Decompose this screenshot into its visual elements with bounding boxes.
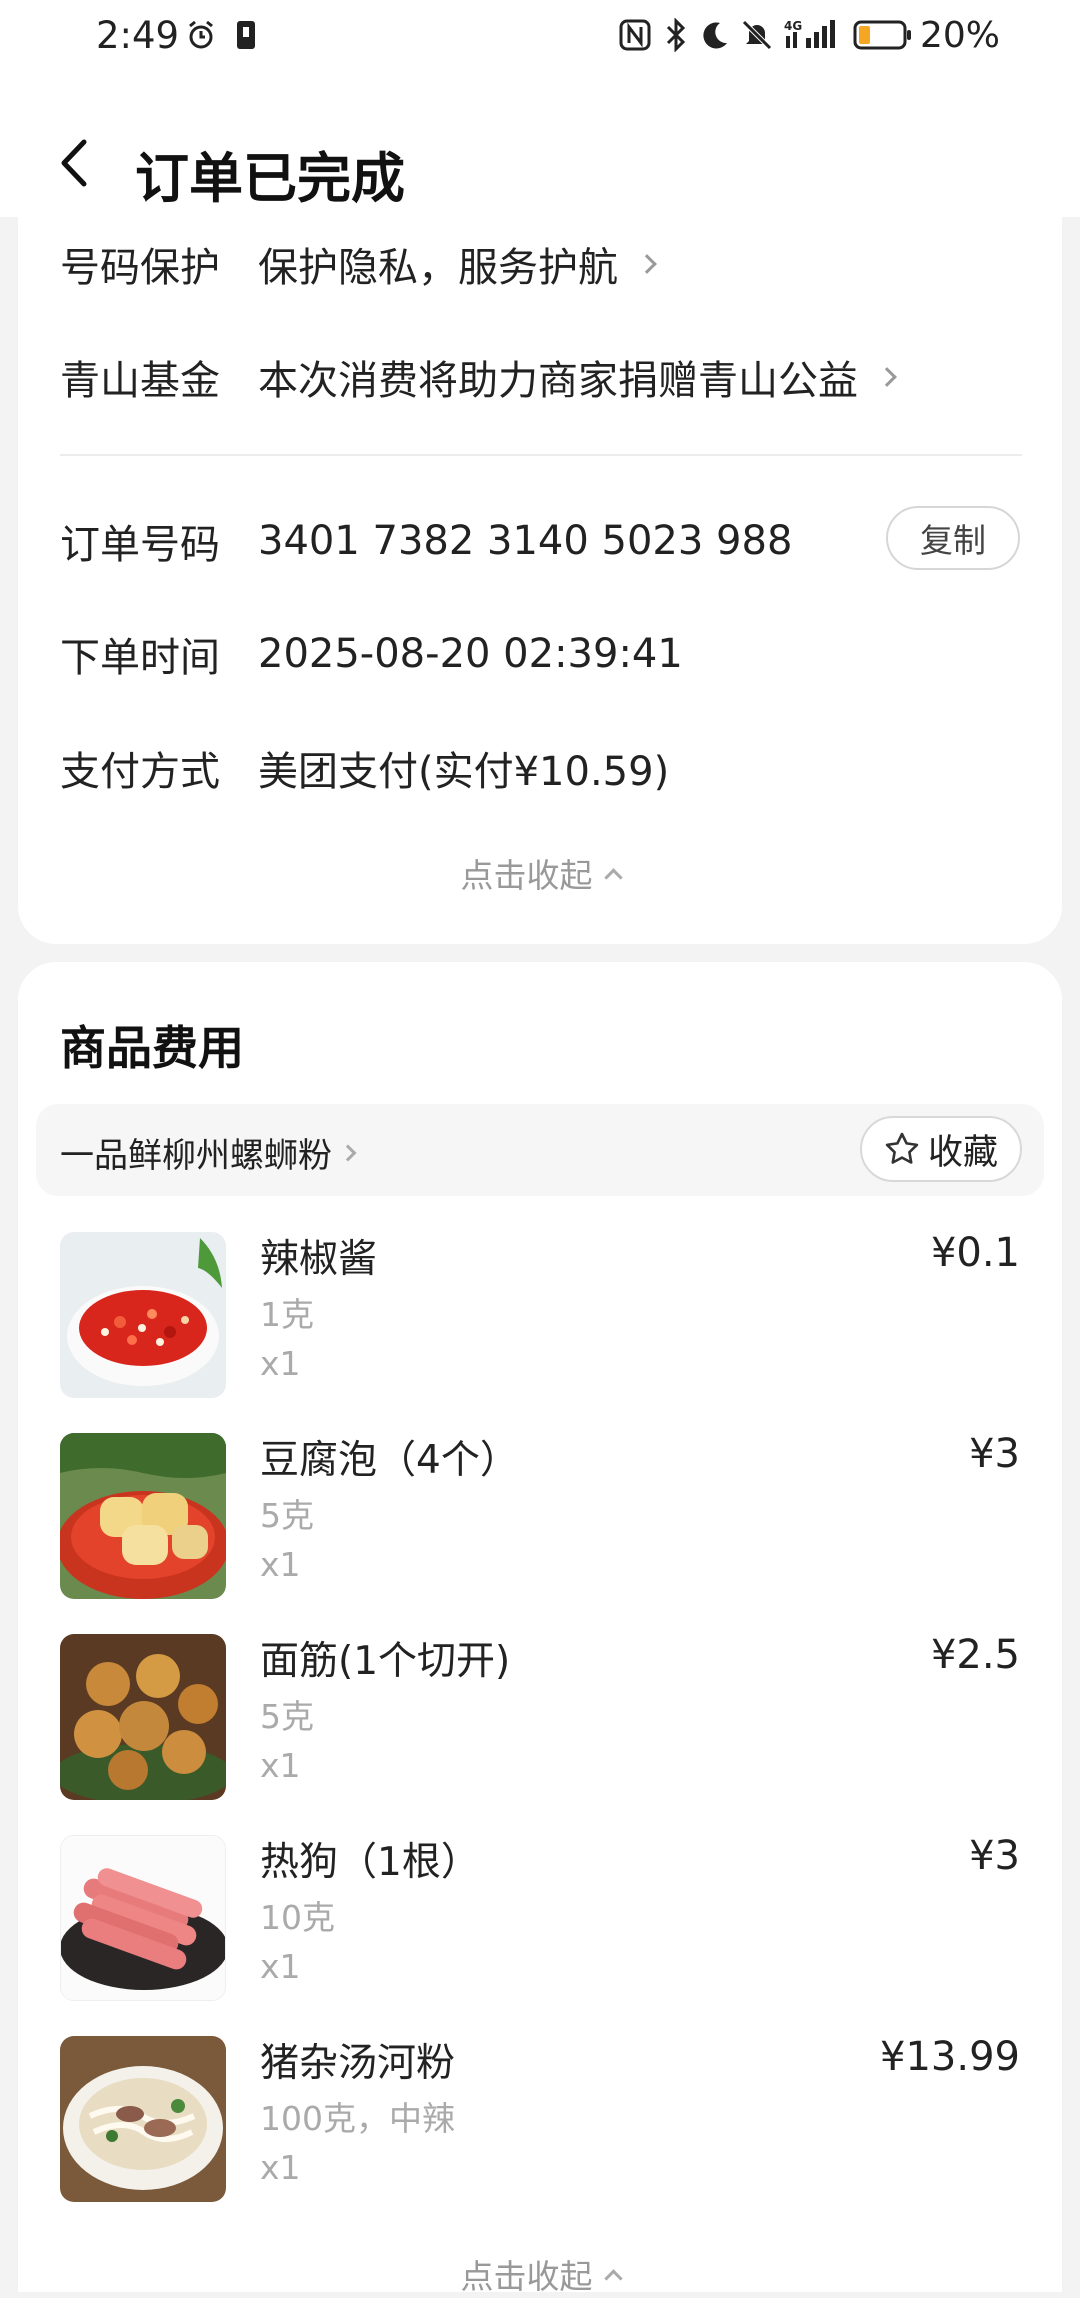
payment-method: 美团支付(实付¥10.59) [258, 749, 670, 795]
order-info-card: 号码保护 保护隐私，服务护航 青山基金 本次消费将助力商家捐赠青山公益 订单号码… [18, 217, 1062, 944]
row-label: 下单时间 [60, 635, 220, 681]
chevron-up-icon [603, 2268, 623, 2288]
item-price: ¥2.5 [930, 1632, 1020, 1678]
chevron-right-icon [637, 254, 657, 274]
battery-icon [852, 18, 914, 52]
back-arrow-icon[interactable] [52, 138, 100, 188]
collapse-label: 点击收起 [460, 2257, 593, 2296]
collapse-toggle[interactable]: 点击收起 [18, 849, 1062, 897]
list-item[interactable]: 豆腐泡（4个） 5克 x1 ¥3 [60, 1431, 1020, 1599]
page-title: 订单已完成 [135, 147, 405, 210]
number-protection-row[interactable]: 号码保护 保护隐私，服务护航 [60, 235, 657, 293]
section-title: 商品费用 [60, 1021, 244, 1075]
row-value: 保护隐私，服务护航 [258, 245, 618, 291]
row-value: 本次消费将助力商家捐赠青山公益 [258, 358, 858, 404]
item-price: ¥0.1 [930, 1230, 1020, 1276]
item-name: 猪杂汤河粉 [260, 2041, 456, 2086]
item-spec: 10克 [260, 1898, 335, 1937]
status-time: 2:49 [96, 14, 180, 57]
item-spec: 100克，中辣 [260, 2099, 455, 2138]
alarm-clock-icon [183, 18, 219, 52]
signal-4g-icon: 4G [784, 18, 840, 52]
item-quantity: x1 [260, 2148, 301, 2187]
row-label: 订单号码 [60, 522, 220, 568]
item-spec: 5克 [260, 1697, 314, 1736]
row-label: 号码保护 [60, 245, 220, 291]
star-icon [885, 1132, 919, 1164]
order-time-row: 下单时间 2025-08-20 02:39:41 [60, 625, 683, 683]
svg-text:4G: 4G [784, 19, 802, 33]
item-quantity: x1 [260, 1344, 301, 1383]
row-label: 青山基金 [60, 358, 220, 404]
favorite-label: 收藏 [927, 1132, 998, 1173]
order-time: 2025-08-20 02:39:41 [258, 631, 683, 677]
green-fund-row[interactable]: 青山基金 本次消费将助力商家捐赠青山公益 [60, 348, 897, 406]
shop-bar: 一品鲜柳州螺蛳粉 收藏 [36, 1104, 1044, 1196]
copy-button[interactable]: 复制 [886, 506, 1020, 570]
favorite-button[interactable]: 收藏 [860, 1116, 1022, 1182]
battery-percent: 20% [920, 15, 1001, 56]
item-name: 热狗（1根） [260, 1840, 480, 1885]
item-quantity: x1 [260, 1545, 301, 1584]
item-spec: 1克 [260, 1295, 314, 1334]
item-price: ¥3 [969, 1833, 1020, 1879]
goods-card: 商品费用 一品鲜柳州螺蛳粉 收藏 辣椒酱 1克 x1 ¥0.1 豆腐泡（4个） … [18, 962, 1062, 2296]
list-item[interactable]: 猪杂汤河粉 100克，中辣 x1 ¥13.99 [60, 2034, 1020, 2202]
nav-bar: 订单已完成 [0, 80, 1080, 217]
item-name: 辣椒酱 [260, 1237, 378, 1282]
list-item[interactable]: 辣椒酱 1克 x1 ¥0.1 [60, 1230, 1020, 1398]
item-price: ¥3 [969, 1431, 1020, 1477]
list-item[interactable]: 面筋(1个切开) 5克 x1 ¥2.5 [60, 1632, 1020, 1800]
moon-icon [698, 18, 732, 52]
chevron-right-icon [877, 367, 897, 387]
chevron-right-icon [339, 1144, 357, 1161]
mute-bell-icon [740, 18, 774, 52]
shop-name-link[interactable]: 一品鲜柳州螺蛳粉 [60, 1128, 357, 1177]
product-image [60, 1634, 226, 1800]
item-quantity: x1 [260, 1947, 301, 1986]
status-bar: 2:49 4G 20% [0, 0, 1080, 80]
item-name: 豆腐泡（4个） [260, 1438, 519, 1483]
product-image [60, 1835, 226, 2001]
bluetooth-icon [662, 18, 690, 52]
product-image [60, 2036, 226, 2202]
collapse-label: 点击收起 [460, 856, 593, 895]
sim-card-icon [234, 18, 258, 52]
nfc-icon [618, 18, 652, 52]
list-item[interactable]: 热狗（1根） 10克 x1 ¥3 [60, 1833, 1020, 2001]
item-spec: 5克 [260, 1496, 314, 1535]
row-label: 支付方式 [60, 749, 220, 795]
item-price: ¥13.99 [880, 2034, 1020, 2080]
item-quantity: x1 [260, 1746, 301, 1785]
shop-name: 一品鲜柳州螺蛳粉 [60, 1136, 332, 1176]
order-number: 3401 7382 3140 5023 988 [258, 518, 793, 564]
divider [60, 454, 1022, 456]
payment-method-row: 支付方式 美团支付(实付¥10.59) [60, 739, 669, 797]
chevron-up-icon [603, 867, 623, 887]
collapse-toggle[interactable]: 点击收起 [18, 2250, 1062, 2298]
product-image [60, 1232, 226, 1398]
order-number-row: 订单号码 3401 7382 3140 5023 988 [60, 512, 792, 570]
product-image [60, 1433, 226, 1599]
item-name: 面筋(1个切开) [260, 1639, 511, 1684]
